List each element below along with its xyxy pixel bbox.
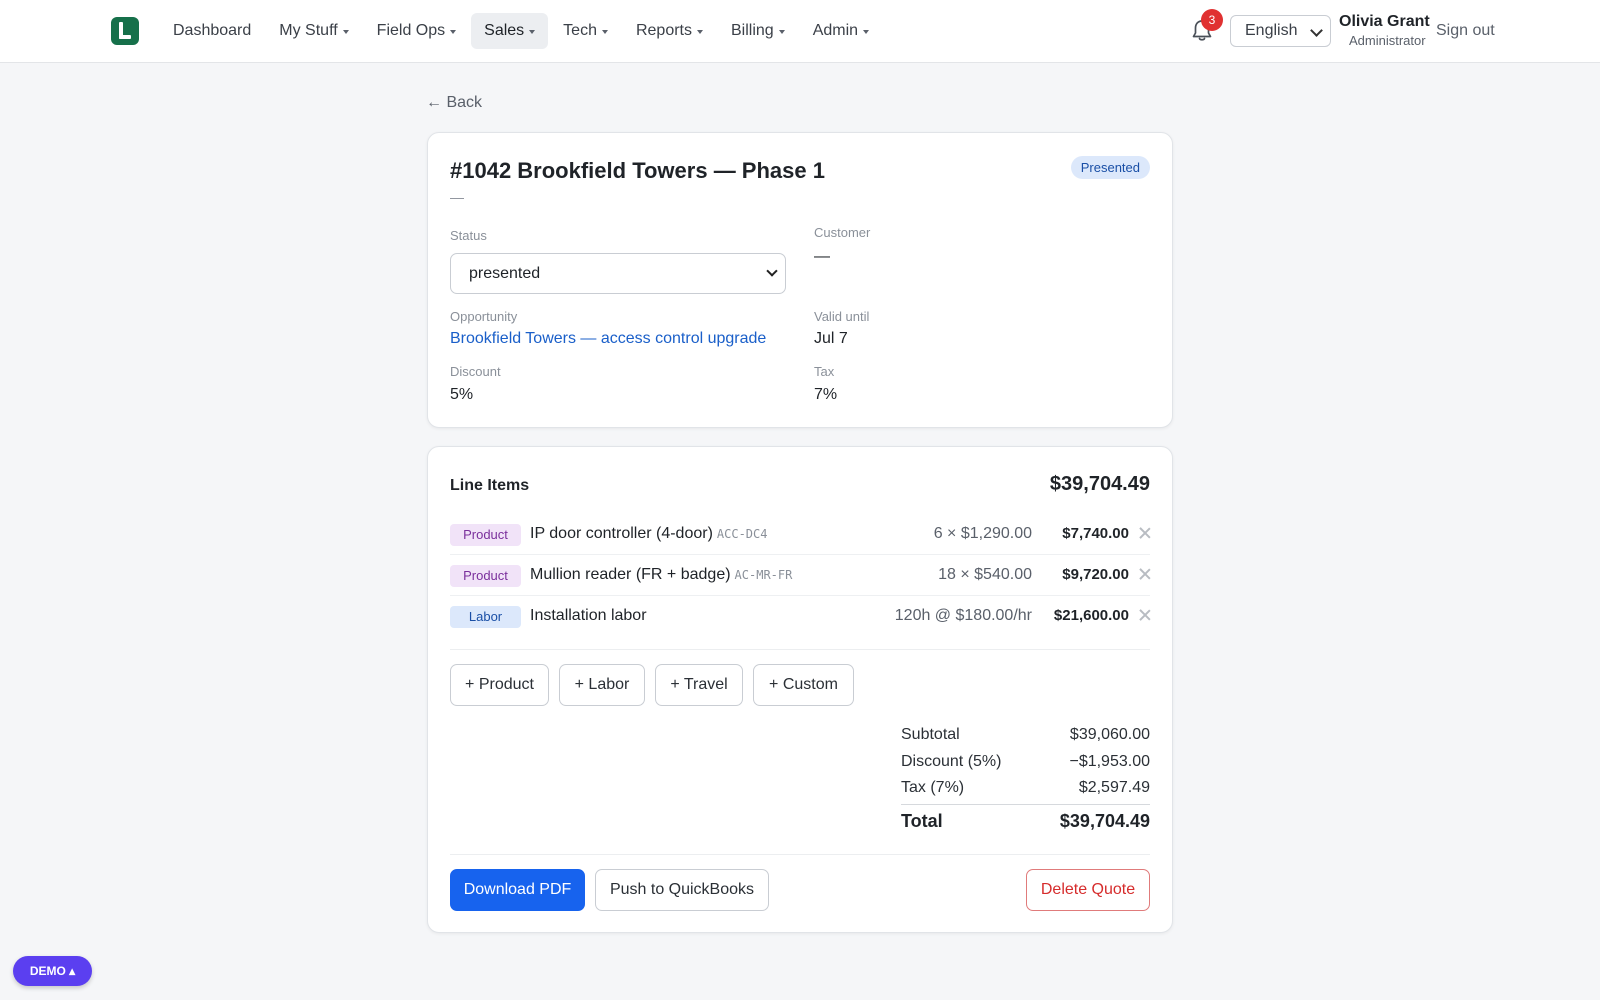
nav-item-label: Field Ops <box>376 22 446 39</box>
status-select-value: presented <box>469 265 541 282</box>
nav-item-reports[interactable]: Reports <box>623 13 716 49</box>
remove-line-item-icon[interactable] <box>1138 567 1152 581</box>
line-item-amount: $7,740.00 <box>1062 525 1129 542</box>
caret-down-icon <box>778 30 785 34</box>
notification-count-badge: 3 <box>1201 9 1223 31</box>
line-item-qty: 120h @ $180.00/hr <box>894 607 1032 624</box>
demo-toggle-button[interactable]: DEMO ▴ <box>13 956 92 986</box>
valid-until-value: Jul 7 <box>814 330 848 347</box>
subtotal-value: $39,060.00 <box>1069 726 1150 743</box>
language-select[interactable]: English <box>1230 15 1331 47</box>
status-badge: Presented <box>1070 156 1150 179</box>
summary-tax-label: Tax (7%) <box>901 779 965 796</box>
quote-details-card: #1042 Brookfield Towers — Phase 1 — Pres… <box>427 132 1173 428</box>
line-item-amount: $9,720.00 <box>1062 566 1129 583</box>
nav-item-label: My Stuff <box>279 22 338 39</box>
main-nav: Dashboard My Stuff Field Ops Sales Tech … <box>160 13 884 49</box>
caret-down-icon <box>697 30 703 34</box>
line-items-total: $39,704.49 <box>1049 473 1150 495</box>
subtotal-label: Subtotal <box>901 726 960 743</box>
add-product-button[interactable]: + Product <box>450 664 549 706</box>
summary-divider <box>901 804 1150 805</box>
app-logo[interactable] <box>111 17 139 45</box>
chevron-down-icon <box>766 265 778 277</box>
status-label: Status <box>450 228 487 243</box>
caret-down-icon <box>863 30 870 34</box>
delete-quote-button[interactable]: Delete Quote <box>1026 869 1150 911</box>
total-label: Total <box>901 811 943 831</box>
line-item-row: Product IP door controller (4-door) ACC-D… <box>450 514 1150 555</box>
add-labor-button[interactable]: + Labor <box>559 664 645 706</box>
total-value: $39,704.49 <box>1059 811 1150 831</box>
nav-item-dashboard[interactable]: Dashboard <box>160 13 264 49</box>
nav-item-label: Reports <box>635 22 692 39</box>
divider <box>450 649 1150 650</box>
line-item-row: Product Mullion reader (FR + badge) AC-MR… <box>450 555 1150 596</box>
caret-down-icon <box>601 30 608 34</box>
status-select[interactable]: presented <box>450 253 786 294</box>
opportunity-label: Opportunity <box>450 309 518 324</box>
line-item-qty: 18 × $540.00 <box>938 566 1032 583</box>
line-item-type-tag: Product <box>450 565 521 587</box>
line-item-sku: ACC-DC4 <box>716 527 768 541</box>
discount-value: 5% <box>450 386 474 403</box>
line-item-name-text: Installation labor <box>530 607 647 624</box>
remove-line-item-icon[interactable] <box>1138 526 1152 540</box>
nav-item-billing[interactable]: Billing <box>718 13 798 49</box>
page-title: #1042 Brookfield Towers — Phase 1 <box>450 158 825 183</box>
nav-item-label: Admin <box>812 22 859 39</box>
line-items-card: Line Items $39,704.49 Product IP door co… <box>427 446 1173 933</box>
summary-discount-label: Discount (5%) <box>901 753 1002 770</box>
nav-item-label: Tech <box>563 22 597 39</box>
add-custom-button[interactable]: + Custom <box>753 664 854 706</box>
download-pdf-button[interactable]: Download PDF <box>450 869 585 911</box>
line-item-name-text: Mullion reader (FR + badge) <box>530 566 731 583</box>
chevron-down-icon <box>1310 24 1323 37</box>
language-select-value: English <box>1245 22 1298 39</box>
caret-down-icon <box>450 30 457 34</box>
push-to-quickbooks-button[interactable]: Push to QuickBooks <box>595 869 769 911</box>
customer-label: Customer <box>814 225 871 240</box>
line-item-name: Mullion reader (FR + badge) AC-MR-FR <box>530 566 792 584</box>
line-item-name: Installation labor <box>530 607 647 625</box>
tax-value: 7% <box>814 386 838 403</box>
sign-out-link[interactable]: Sign out <box>1436 22 1495 40</box>
divider <box>450 854 1150 855</box>
discount-label: Discount <box>450 364 501 379</box>
line-item-qty: 6 × $1,290.00 <box>933 525 1032 542</box>
nav-item-label: Billing <box>731 22 774 39</box>
nav-item-sales[interactable]: Sales <box>471 13 549 49</box>
nav-item-admin[interactable]: Admin <box>800 13 882 49</box>
tax-label: Tax <box>814 364 835 379</box>
line-item-name-text: IP door controller (4-door) <box>530 525 713 542</box>
nav-item-label: Sales <box>484 22 525 39</box>
user-name: Olivia Grant <box>1339 13 1430 30</box>
line-items-heading: Line Items <box>450 477 530 494</box>
line-item-type-tag: Product <box>450 524 521 546</box>
back-link[interactable]: ← Back <box>426 94 482 112</box>
line-item-type-tag: Labor <box>450 606 521 628</box>
summary-tax-value: $2,597.49 <box>1078 779 1150 796</box>
nav-item-tech[interactable]: Tech <box>550 13 621 49</box>
top-navbar: Dashboard My Stuff Field Ops Sales Tech … <box>0 0 1600 63</box>
caret-down-icon <box>342 30 349 34</box>
line-item-name: IP door controller (4-door) ACC-DC4 <box>530 525 767 543</box>
customer-value: — <box>814 248 830 265</box>
add-travel-button[interactable]: + Travel <box>655 664 743 706</box>
user-role: Administrator <box>1349 33 1426 48</box>
logo-l-foot <box>119 35 131 39</box>
line-item-amount: $21,600.00 <box>1053 607 1129 624</box>
valid-until-label: Valid until <box>814 309 870 324</box>
nav-item-label: Dashboard <box>173 22 252 39</box>
line-item-sku: AC-MR-FR <box>734 568 793 582</box>
remove-line-item-icon[interactable] <box>1138 608 1152 622</box>
nav-item-field-ops[interactable]: Field Ops <box>364 13 469 49</box>
summary-discount-value: −$1,953.00 <box>1069 753 1150 770</box>
quote-subtitle: — <box>450 189 464 205</box>
nav-item-my-stuff[interactable]: My Stuff <box>266 13 361 49</box>
line-item-row: Labor Installation labor 120h @ $180.00/… <box>450 596 1150 637</box>
caret-down-icon <box>529 30 536 34</box>
opportunity-link[interactable]: Brookfield Towers — access control upgra… <box>450 330 766 348</box>
